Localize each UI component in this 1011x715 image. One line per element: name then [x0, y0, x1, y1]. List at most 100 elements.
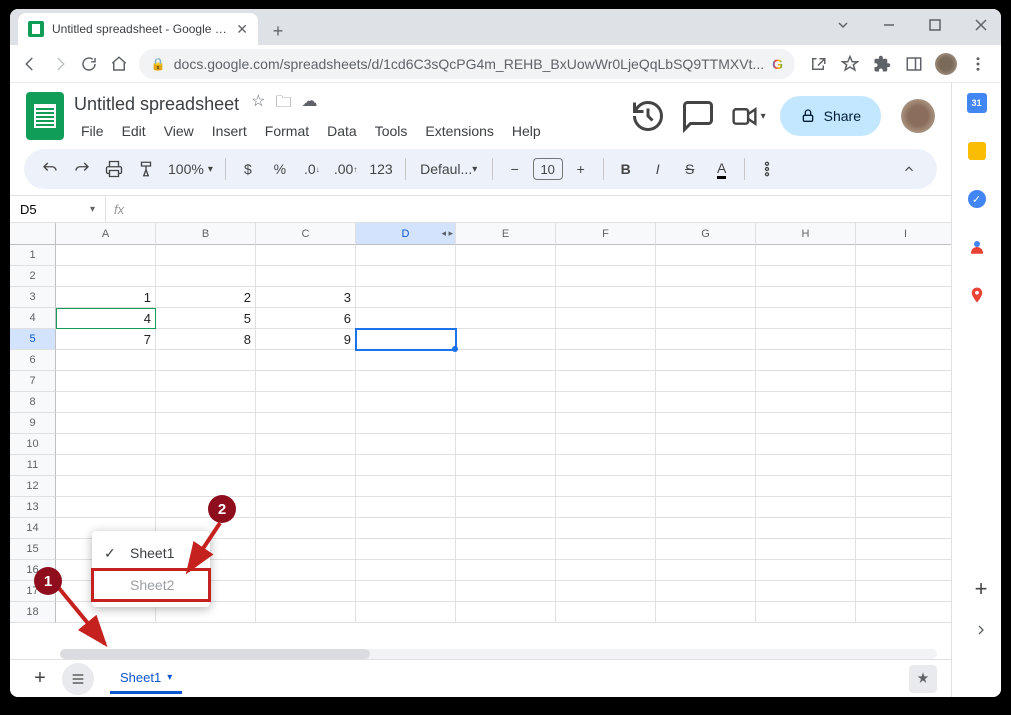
- cell[interactable]: [456, 245, 556, 266]
- cell[interactable]: [556, 560, 656, 581]
- cell[interactable]: 5: [156, 308, 256, 329]
- horizontal-scrollbar[interactable]: [60, 649, 937, 659]
- menu-insert[interactable]: Insert: [205, 120, 254, 142]
- row-header[interactable]: 3: [10, 287, 56, 308]
- cell[interactable]: [156, 476, 256, 497]
- cell[interactable]: [756, 413, 856, 434]
- tasks-icon[interactable]: ✓: [967, 189, 987, 209]
- cell[interactable]: [56, 371, 156, 392]
- cell[interactable]: [256, 392, 356, 413]
- bold-button[interactable]: B: [612, 155, 640, 183]
- cell[interactable]: [456, 350, 556, 371]
- font-size-increase-button[interactable]: +: [567, 155, 595, 183]
- cell[interactable]: [456, 560, 556, 581]
- cell[interactable]: [56, 392, 156, 413]
- cell[interactable]: [656, 413, 756, 434]
- sheets-logo-icon[interactable]: [26, 92, 64, 140]
- decrease-decimal-button[interactable]: .0↓: [298, 155, 326, 183]
- cell[interactable]: [356, 518, 456, 539]
- text-color-button[interactable]: A: [708, 155, 736, 183]
- window-caret-icon[interactable]: [829, 13, 857, 37]
- row-header[interactable]: 2: [10, 266, 56, 287]
- row-header[interactable]: 18: [10, 602, 56, 623]
- cell[interactable]: 8: [156, 329, 256, 350]
- cell[interactable]: [756, 329, 856, 350]
- cell[interactable]: [256, 518, 356, 539]
- cell[interactable]: [56, 350, 156, 371]
- window-maximize-icon[interactable]: [921, 13, 949, 37]
- cell[interactable]: [356, 308, 456, 329]
- cell[interactable]: [356, 581, 456, 602]
- cell[interactable]: [56, 266, 156, 287]
- cell[interactable]: [756, 266, 856, 287]
- cell[interactable]: [356, 560, 456, 581]
- share-page-icon[interactable]: [805, 51, 831, 77]
- cell[interactable]: [156, 350, 256, 371]
- cell[interactable]: [456, 434, 556, 455]
- panel-icon[interactable]: [901, 51, 927, 77]
- cloud-status-icon[interactable]: ☁: [301, 91, 317, 118]
- row-header[interactable]: 5: [10, 329, 56, 350]
- cell[interactable]: [456, 518, 556, 539]
- history-icon[interactable]: [630, 98, 666, 134]
- cell[interactable]: 6: [256, 308, 356, 329]
- cell[interactable]: [656, 455, 756, 476]
- select-all-corner[interactable]: [10, 223, 56, 245]
- sheet-tab-active[interactable]: Sheet1 ▾: [110, 664, 182, 694]
- cell[interactable]: 9: [256, 329, 356, 350]
- increase-decimal-button[interactable]: .00↑: [330, 155, 361, 183]
- nav-reload-button[interactable]: [79, 50, 99, 78]
- cell[interactable]: [856, 287, 951, 308]
- cell[interactable]: [856, 413, 951, 434]
- column-header[interactable]: D◂ ▸: [356, 223, 456, 245]
- cell[interactable]: [856, 497, 951, 518]
- cell[interactable]: [856, 434, 951, 455]
- cell[interactable]: [156, 245, 256, 266]
- menu-edit[interactable]: Edit: [115, 120, 153, 142]
- cell[interactable]: [756, 581, 856, 602]
- cell[interactable]: [356, 329, 456, 350]
- cell[interactable]: [256, 266, 356, 287]
- paint-format-button[interactable]: [132, 155, 160, 183]
- cell[interactable]: [256, 581, 356, 602]
- cell[interactable]: [356, 266, 456, 287]
- cell[interactable]: [556, 539, 656, 560]
- cell[interactable]: [456, 329, 556, 350]
- cell[interactable]: [856, 539, 951, 560]
- cell[interactable]: [456, 287, 556, 308]
- row-header[interactable]: 15: [10, 539, 56, 560]
- bookmark-star-icon[interactable]: [837, 51, 863, 77]
- cell[interactable]: [356, 392, 456, 413]
- cell[interactable]: [356, 497, 456, 518]
- cell[interactable]: [456, 497, 556, 518]
- menu-format[interactable]: Format: [258, 120, 316, 142]
- cell[interactable]: [556, 329, 656, 350]
- cell[interactable]: [756, 602, 856, 623]
- cell[interactable]: [56, 497, 156, 518]
- cell[interactable]: [456, 581, 556, 602]
- cell[interactable]: [656, 287, 756, 308]
- cell[interactable]: [256, 434, 356, 455]
- cell[interactable]: 1: [56, 287, 156, 308]
- cell[interactable]: [756, 539, 856, 560]
- cell[interactable]: [556, 350, 656, 371]
- add-sheet-button[interactable]: +: [24, 663, 56, 695]
- browser-menu-icon[interactable]: [965, 51, 991, 77]
- row-header[interactable]: 4: [10, 308, 56, 329]
- cell[interactable]: [256, 476, 356, 497]
- row-header[interactable]: 13: [10, 497, 56, 518]
- cell[interactable]: [56, 476, 156, 497]
- account-avatar[interactable]: [901, 99, 935, 133]
- font-size-input[interactable]: 10: [533, 158, 563, 180]
- cell[interactable]: [856, 308, 951, 329]
- menu-data[interactable]: Data: [320, 120, 364, 142]
- cell[interactable]: [656, 581, 756, 602]
- cell[interactable]: [556, 266, 656, 287]
- cell[interactable]: [556, 455, 656, 476]
- cell[interactable]: [456, 476, 556, 497]
- more-formats-button[interactable]: 123: [365, 155, 396, 183]
- cell[interactable]: [256, 560, 356, 581]
- menu-view[interactable]: View: [157, 120, 201, 142]
- cell[interactable]: [656, 476, 756, 497]
- cell[interactable]: [756, 392, 856, 413]
